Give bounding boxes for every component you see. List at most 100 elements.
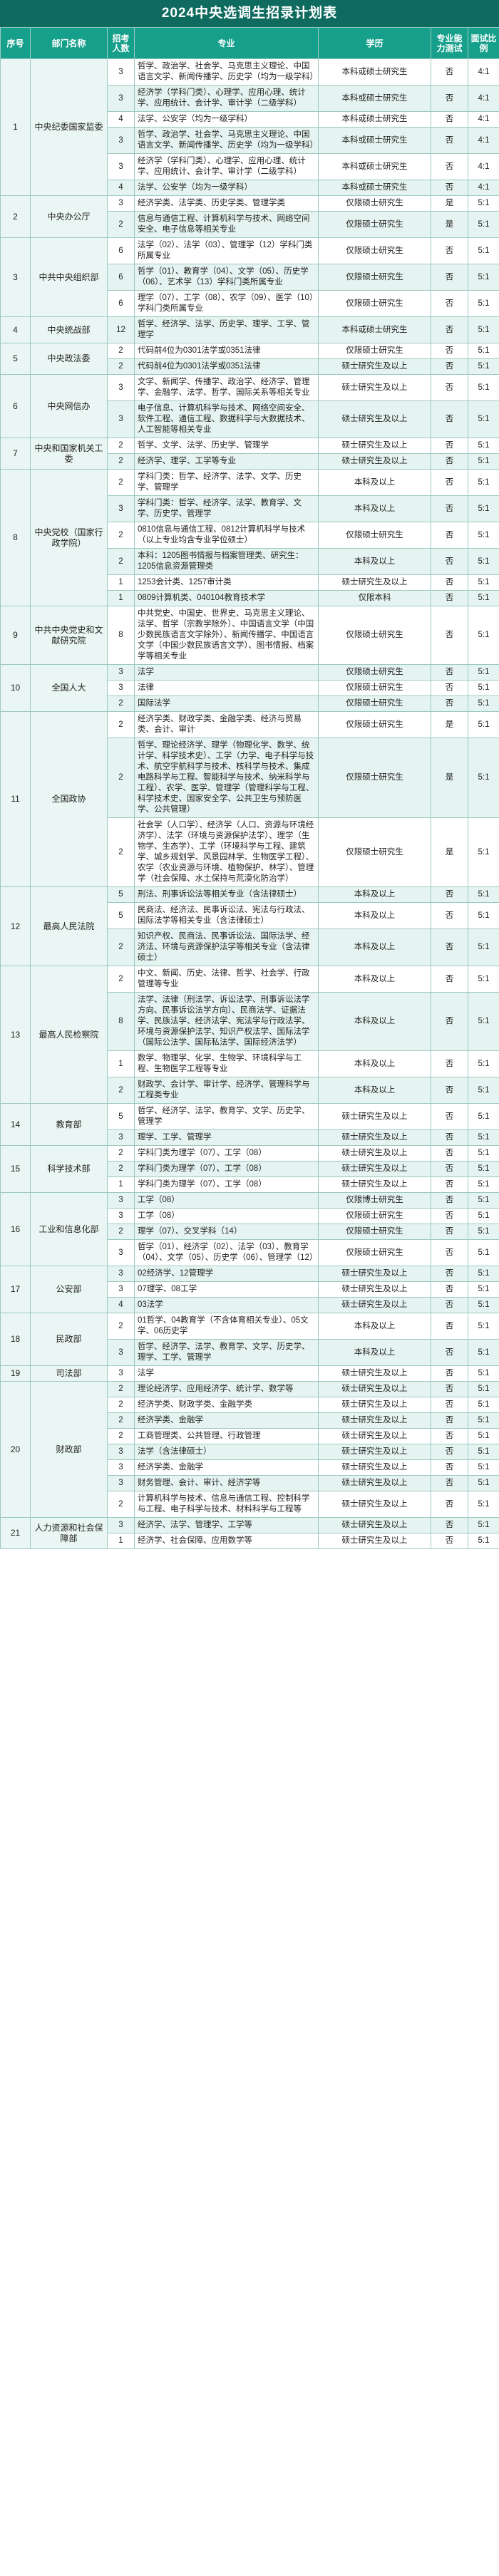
major-requirement: 0810信息与通信工程、0812计算机科学与技术（以上专业均含专业学位硕士） — [134, 522, 319, 549]
ability-test: 否 — [431, 85, 468, 112]
ability-test: 否 — [431, 1444, 468, 1460]
dept-name: 司法部 — [30, 1365, 108, 1382]
dept-seq: 11 — [0, 711, 31, 887]
recruit-count: 2 — [107, 1145, 135, 1162]
table-row: 18 民政部 2 01哲学、04教育学（不含体育相关专业）、05文学、06历史学 本科及… — [0, 1313, 499, 1366]
recruit-count: 3 — [107, 1517, 135, 1533]
table-header-row: 序号 部门名称 招考人数 专业 学历 专业能力测试 面试比例 — [0, 27, 499, 59]
major-requirement: 法学 — [134, 664, 319, 681]
ability-test: 否 — [431, 264, 468, 291]
degree-requirement: 仅限博士研究生 — [318, 1192, 431, 1209]
ability-test: 否 — [431, 695, 468, 712]
degree-requirement: 仅限硕士研究生 — [318, 606, 431, 665]
ability-test: 否 — [431, 111, 468, 128]
interview-ratio: 5:1 — [468, 664, 499, 681]
dept-seq: 16 — [0, 1192, 31, 1266]
dept-name: 中共中央组织部 — [30, 237, 108, 317]
interview-ratio: 5:1 — [468, 902, 499, 929]
degree-requirement: 本科及以上 — [318, 1313, 431, 1340]
degree-requirement: 仅限硕士研究生 — [318, 695, 431, 712]
dept-name: 财政部 — [30, 1381, 108, 1518]
degree-requirement: 本科或硕士研究生 — [318, 111, 431, 128]
interview-ratio: 5:1 — [468, 438, 499, 454]
table-row: 14 教育部 5 哲学、经济学、法学、教育学、文学、历史学、管理学 硕士研究生及以上否 5… — [0, 1103, 499, 1146]
recruit-count: 2 — [107, 711, 135, 738]
ability-test: 否 — [431, 1313, 468, 1340]
recruit-count: 2 — [107, 817, 135, 887]
ability-test: 否 — [431, 1297, 468, 1313]
ability-test: 否 — [431, 1517, 468, 1533]
ability-test: 否 — [431, 992, 468, 1051]
ability-test: 否 — [431, 1161, 468, 1177]
ability-test: 否 — [431, 886, 468, 903]
ability-test: 否 — [431, 1239, 468, 1266]
ability-test: 否 — [431, 127, 468, 154]
major-requirement: 学科门类为理学（07）、工学（08） — [134, 1145, 319, 1162]
degree-requirement: 硕士研究生及以上 — [318, 1428, 431, 1444]
major-requirement: 哲学、文学、法学、历史学、管理学 — [134, 438, 319, 454]
recruit-count: 2 — [107, 1428, 135, 1444]
interview-ratio: 5:1 — [468, 929, 499, 966]
interview-ratio: 5:1 — [468, 211, 499, 238]
major-requirement: 学科门类：哲学、经济学、法学、文学、历史学、管理学 — [134, 469, 319, 496]
degree-requirement: 本科或硕士研究生 — [318, 58, 431, 86]
table-row: 4 中央统战部 12 哲学、经济学、法学、历史学、理学、工学、管理学 本科或硕士研究生否… — [0, 316, 499, 343]
dept-seq: 12 — [0, 886, 31, 966]
recruit-count: 3 — [107, 1281, 135, 1298]
interview-ratio: 4:1 — [468, 153, 499, 180]
recruit-count: 2 — [107, 548, 135, 575]
interview-ratio: 4:1 — [468, 180, 499, 196]
recruit-count: 3 — [107, 1239, 135, 1266]
ability-test: 否 — [431, 1459, 468, 1476]
interview-ratio: 5:1 — [468, 695, 499, 712]
major-requirement: 法律 — [134, 680, 319, 696]
major-requirement: 法学、公安学（均为一级学科） — [134, 180, 319, 196]
table-row: 12 最高人民法院 5 刑法、刑事诉讼法等相关专业（含法律硕士） 本科及以上否 5:1 — [0, 886, 499, 966]
degree-requirement: 仅限硕士研究生 — [318, 237, 431, 264]
ability-test: 是 — [431, 817, 468, 887]
interview-ratio: 5:1 — [468, 1224, 499, 1240]
dept-name: 中央网信办 — [30, 374, 108, 438]
interview-ratio: 4:1 — [468, 111, 499, 128]
major-requirement: 本科：1205图书情报与档案管理类、研究生：1205信息资源管理类 — [134, 548, 319, 575]
recruit-count: 3 — [107, 400, 135, 438]
degree-requirement: 本科及以上 — [318, 1339, 431, 1366]
ability-test: 否 — [431, 1224, 468, 1240]
dept-seq: 15 — [0, 1145, 31, 1193]
ability-test: 否 — [431, 1192, 468, 1209]
major-requirement: 经济学、社会保障、应用数学等 — [134, 1533, 319, 1549]
header-degree: 学历 — [318, 27, 431, 59]
major-requirement: 工学（08） — [134, 1208, 319, 1224]
recruit-count: 2 — [107, 453, 135, 470]
degree-requirement: 本科及以上 — [318, 966, 431, 993]
major-requirement: 理学（07）、工学（08）、农学（09）、医学（10）学科门类所属专业 — [134, 290, 319, 317]
table-row: 16 工业和信息化部 3 工学（08） 仅限博士研究生否 5:1 — [0, 1192, 499, 1266]
recruit-count: 2 — [107, 695, 135, 712]
major-requirement: 法学 — [134, 1365, 319, 1382]
recruit-count: 2 — [107, 358, 135, 375]
major-requirement: 财务管理、会计、审计、经济学等 — [134, 1475, 319, 1491]
dept-name: 工业和信息化部 — [30, 1192, 108, 1266]
major-requirement: 02经济学、12管理学 — [134, 1266, 319, 1282]
ability-test: 否 — [431, 548, 468, 575]
ability-test: 否 — [431, 1412, 468, 1429]
ability-test: 否 — [431, 1281, 468, 1298]
ability-test: 否 — [431, 438, 468, 454]
ability-test: 否 — [431, 574, 468, 591]
degree-requirement: 仅限硕士研究生 — [318, 738, 431, 818]
major-requirement: 经济学、理学、工学等专业 — [134, 453, 319, 470]
major-requirement: 财政学、会计学、审计学、经济学、管理科学与工程类专业 — [134, 1077, 319, 1104]
degree-requirement: 仅限硕士研究生 — [318, 343, 431, 359]
header-dept: 部门名称 — [30, 27, 108, 59]
ability-test: 否 — [431, 1428, 468, 1444]
ability-test: 否 — [431, 1077, 468, 1104]
ability-test: 否 — [431, 1397, 468, 1413]
dept-seq: 2 — [0, 195, 31, 238]
interview-ratio: 5:1 — [468, 1050, 499, 1077]
major-requirement: 01哲学、04教育学（不含体育相关专业）、05文学、06历史学 — [134, 1313, 319, 1340]
recruit-count: 1 — [107, 1176, 135, 1193]
dept-name: 民政部 — [30, 1313, 108, 1366]
recruit-count: 3 — [107, 374, 135, 401]
ability-test: 否 — [431, 522, 468, 549]
dept-name: 中央办公厅 — [30, 195, 108, 238]
